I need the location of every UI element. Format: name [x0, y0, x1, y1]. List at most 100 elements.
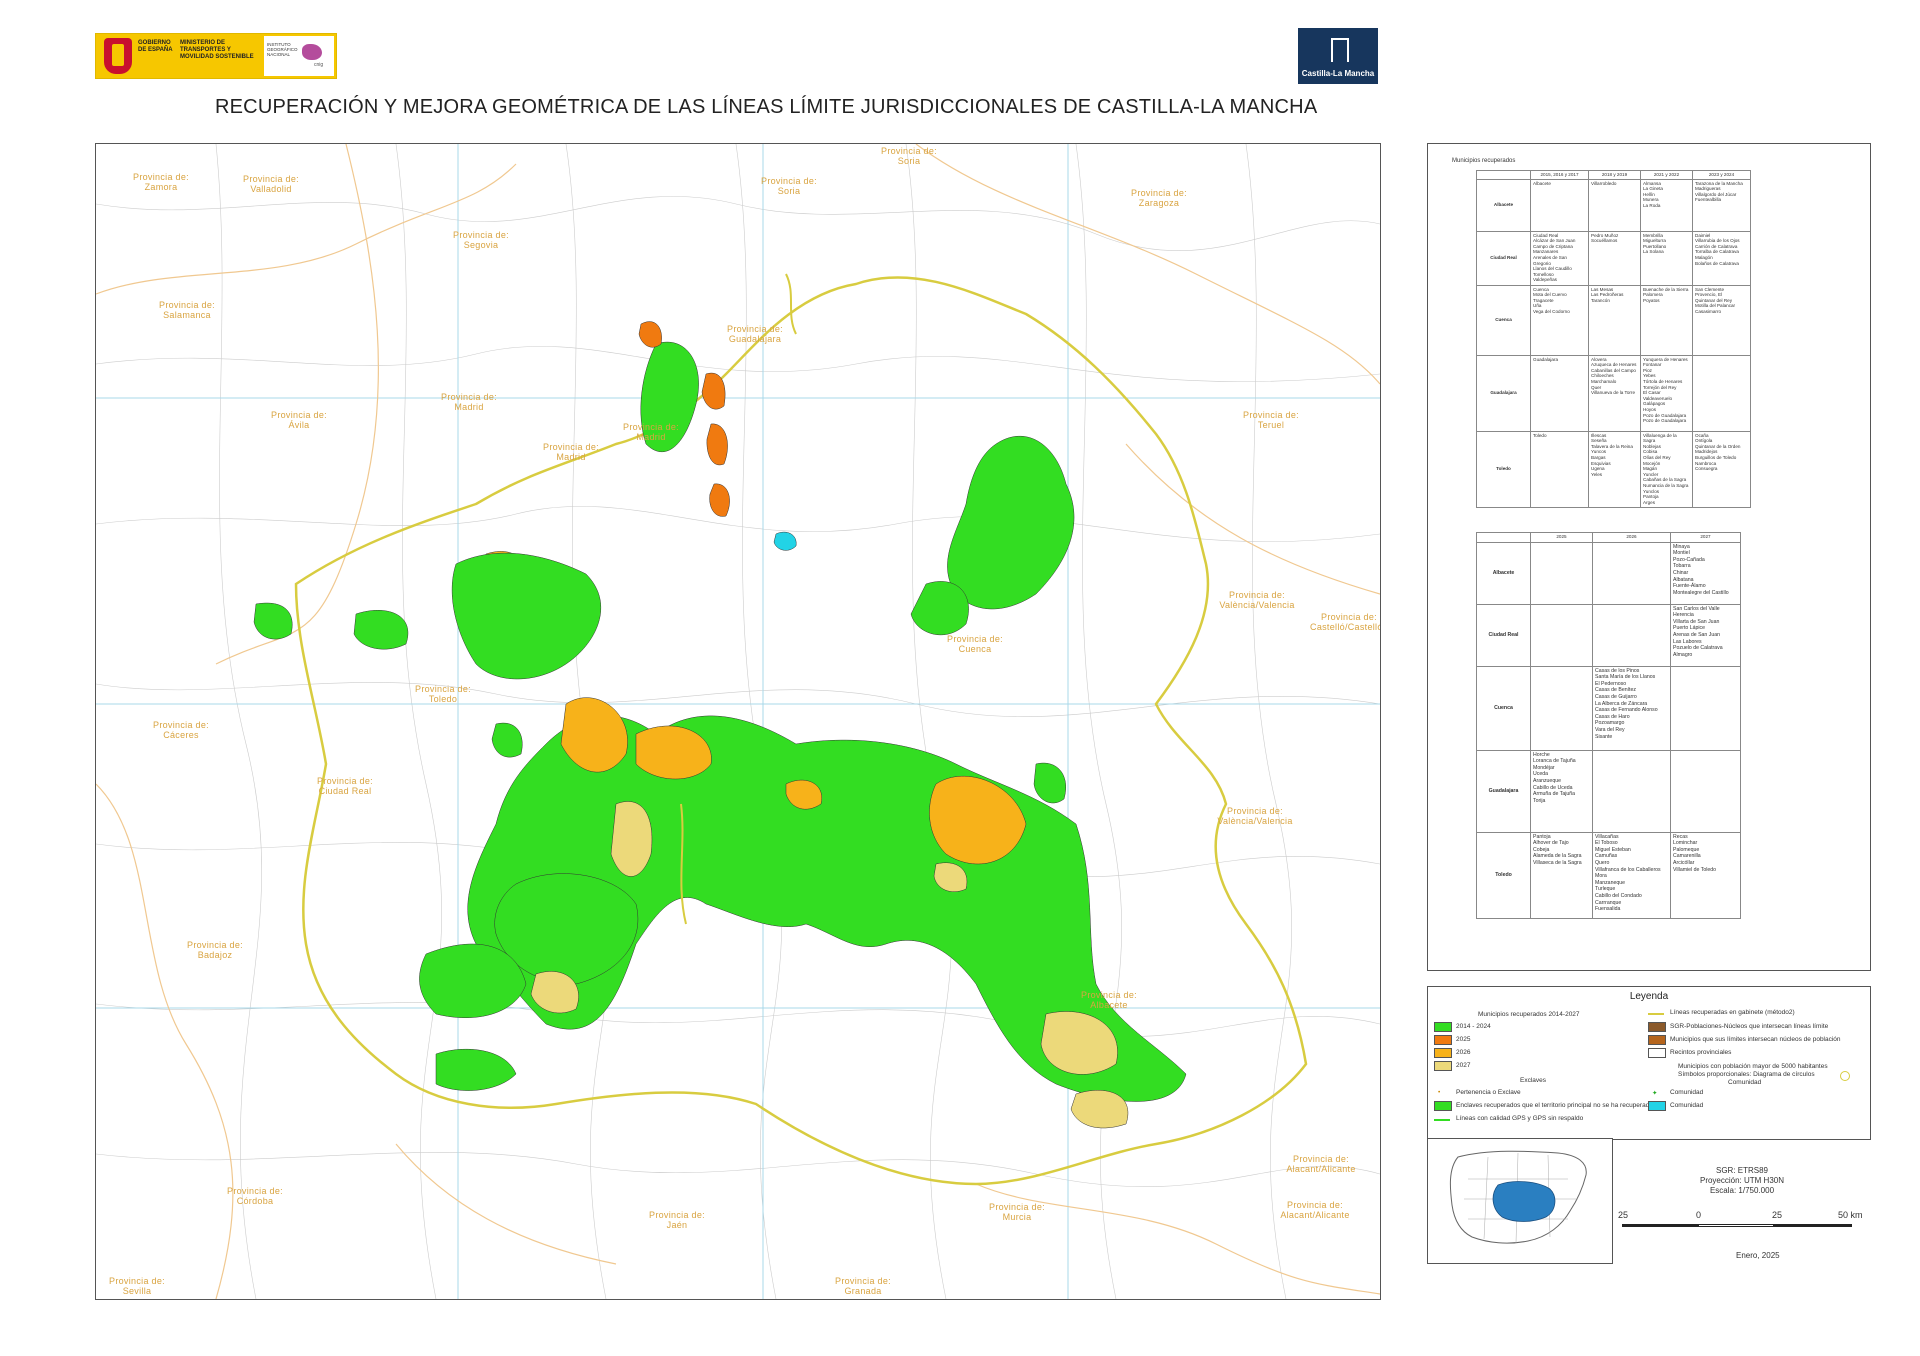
legend-swatch-nucleos [1648, 1035, 1666, 1045]
municipality-cell: Ocaña Ontígola Quintanar de la Orden Mad… [1692, 430, 1751, 508]
municipality-cell: Minaya Montiel Pozo-Cañada Tobarra China… [1670, 541, 1741, 605]
ministry-text: MINISTERIO DE TRANSPORTES Y MOVILIDAD SO… [180, 40, 254, 60]
star-icon: ✦ [1652, 1090, 1658, 1097]
clm-highlight [1492, 1181, 1556, 1222]
table-row: Guadalajara Guadalajara Alovera Azuqueca… [1476, 354, 1751, 432]
legend-enclaves-title: Exclaves [1520, 1077, 1547, 1084]
province-label-cordoba: Provincia de: Córdoba [227, 1186, 283, 1206]
province-cell: Ciudad Real [1476, 230, 1531, 286]
ign-text: INSTITUTO GEOGRÁFICO NACIONAL [267, 42, 298, 57]
province-label-alicante-2: Provincia de: Alacant/Alicante [1280, 1200, 1350, 1220]
municipality-cell [1692, 354, 1751, 432]
province-cell: Albacete [1476, 178, 1531, 232]
province-cell: Albacete [1476, 541, 1531, 605]
castilla-la-mancha-logo: Castilla-La Mancha [1298, 28, 1378, 84]
table-row: Toledo Toledo Illescas Seseña Talavera d… [1476, 430, 1751, 508]
legend-line-gps [1434, 1119, 1450, 1121]
province-label-madrid-2: Provincia de: Madrid [623, 422, 679, 442]
legend-label: 2014 - 2024 [1456, 1023, 1491, 1030]
table2-corner [1476, 532, 1531, 543]
municipality-cell [1592, 603, 1671, 667]
sgr-text: SGR: ETRS89 [1715, 1166, 1768, 1175]
legend-swatch-sgr [1648, 1022, 1666, 1032]
legend-panel: Leyenda Municipios recuperados 2014-2027… [1427, 986, 1871, 1140]
municipality-cell: Las Mesas Las Pedroñeras Tarancón [1588, 284, 1641, 356]
recovered-table-2: 2025 2026 2027 Albacete Minaya Montiel P… [1476, 532, 1741, 919]
legend-swatch-2027 [1434, 1061, 1452, 1071]
coat-of-arms-icon [104, 38, 132, 74]
municipality-cell: Illescas Seseña Talavera de la Reina Yun… [1588, 430, 1641, 508]
legend-swatch-comunidad [1648, 1101, 1666, 1111]
province-cell: Toledo [1476, 831, 1531, 919]
province-label-madrid-1: Provincia de: Madrid [441, 392, 497, 412]
province-label-valencia-2: Provincia de: València/Valencia [1217, 806, 1293, 826]
legend-label: Pertenencia o Exclave [1456, 1089, 1521, 1096]
legend-label: 2026 [1456, 1049, 1471, 1056]
table1-col-header: 2023 y 2024 [1692, 170, 1751, 180]
scale-tick: 0 [1696, 1210, 1702, 1220]
legend-label: Enclaves recuperados que el territorio p… [1456, 1102, 1653, 1109]
legend-title: Leyenda [1629, 991, 1669, 1002]
legend-swatch-2014-2024 [1434, 1022, 1452, 1032]
province-label-castellon: Provincia de: Castelló/Castellón [1310, 612, 1381, 632]
table1-corner [1476, 170, 1531, 180]
scale-tick: 25 [1772, 1210, 1783, 1220]
legend-swatch-recintos [1648, 1048, 1666, 1058]
legend-label: 2025 [1456, 1036, 1471, 1043]
province-cell: Guadalajara [1476, 749, 1531, 833]
province-label-zaragoza: Provincia de: Zaragoza [1131, 188, 1187, 208]
government-logo: GOBIERNO DE ESPAÑA MINISTERIO DE TRANSPO… [95, 33, 337, 79]
table1-col-header: 2021 y 2022 [1640, 170, 1693, 180]
table-row: Ciudad Real San Carlos del Valle Herenci… [1476, 603, 1741, 667]
province-label-valencia-1: Provincia de: València/Valencia [1219, 590, 1295, 610]
legend-comunidad-title: Comunidad [1728, 1079, 1762, 1086]
municipality-cell: Yunquera de Henares Fontanar Pioz Yebes … [1640, 354, 1693, 432]
municipality-cell [1530, 665, 1593, 751]
municipality-cell [1592, 541, 1671, 605]
ign-logo: INSTITUTO GEOGRÁFICO NACIONAL cnig [264, 36, 334, 76]
legend-label: Comunidad [1670, 1102, 1704, 1109]
map-canvas[interactable]: Provincia de: Zamora Provincia de: Vallado… [95, 143, 1381, 1300]
table2-col-header: 2027 [1670, 532, 1741, 543]
municipality-cell: Guadalajara [1530, 354, 1589, 432]
province-label-avila: Provincia de: Ávila [271, 410, 327, 430]
community-area [773, 531, 797, 551]
municipality-cell: Villaluenga de la Sagra Noblejas Cobisa … [1640, 430, 1693, 508]
scale-tick: 25 [1618, 1210, 1629, 1220]
table-row: Cuenca Cuenca Mota del Cuervo Tragacete … [1476, 284, 1751, 356]
municipality-cell: Toledo [1530, 430, 1589, 508]
municipality-cell: Villarrobledo [1588, 178, 1641, 232]
province-cell: Guadalajara [1476, 354, 1531, 432]
municipalities-tables-panel: Municipios recuperados 2015, 2016 y 2017… [1427, 143, 1871, 971]
municipality-cell [1530, 541, 1593, 605]
municipality-cell: Recas Lominchar Palomeque Camarenilla Ar… [1670, 831, 1741, 919]
province-label-valladolid: Provincia de: Valladolid [243, 174, 299, 194]
municipality-cell: Alovera Azuqueca de Henares Cabanillas d… [1588, 354, 1641, 432]
legend-label: Comunidad [1670, 1089, 1704, 1096]
legend-label: Líneas con calidad GPS y GPS sin respald… [1456, 1115, 1584, 1122]
legend-label: Líneas recuperadas en gabinete (método2) [1670, 1009, 1795, 1016]
province-label-guadalajara: Provincia de: Guadalajara [727, 324, 783, 344]
municipality-cell [1670, 665, 1741, 751]
dot-icon: • [1438, 1089, 1441, 1096]
ign-mark-icon [302, 44, 322, 60]
province-label-toledo: Provincia de: Toledo [415, 684, 471, 704]
legend-label: 2027 [1456, 1062, 1471, 1069]
municipality-cell: Ciudad Real Alcázar de San Juan Campo de… [1530, 230, 1589, 286]
municipality-cell: Tarazona de la Mancha Madrigueras Villal… [1692, 178, 1751, 232]
province-label-soria: Provincia de: Soria [761, 176, 817, 196]
legend-line-gabinete [1648, 1013, 1664, 1015]
province-label-sevilla: Provincia de: Sevilla [109, 1276, 165, 1296]
scale-bar [1622, 1224, 1852, 1227]
province-label-zamora: Provincia de: Zamora [133, 172, 189, 192]
province-cell: Toledo [1476, 430, 1531, 508]
province-cell: Cuenca [1476, 284, 1531, 356]
legend-label: Municipios que sus límites intersecan nú… [1670, 1036, 1841, 1043]
spain-locator-svg [1449, 1150, 1587, 1244]
table-row: Toledo Pantoja Alhover de Tajo Cobeja Al… [1476, 831, 1741, 919]
municipality-cell: Membrilla Miguelturra Puertollano La Sol… [1640, 230, 1693, 286]
province-label-ciudad-real: Provincia de: Ciudad Real [317, 776, 373, 796]
province-label-granada: Provincia de: Granada [835, 1276, 891, 1296]
table2-col-header: 2025 [1530, 532, 1593, 543]
table1-col-header: 2018 y 2019 [1588, 170, 1641, 180]
